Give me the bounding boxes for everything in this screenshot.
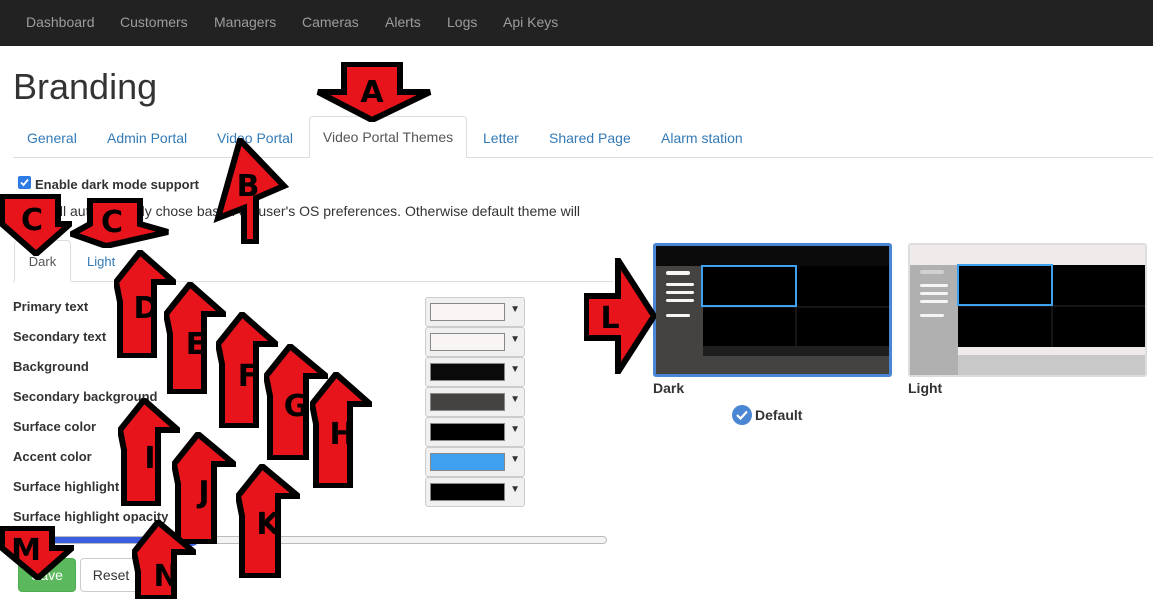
page-title: Branding [13, 66, 158, 107]
top-navbar: Dashboard Customers Managers Cameras Ale… [0, 0, 1153, 46]
caret-down-icon: ▼ [510, 454, 520, 465]
accent-color-picker[interactable]: ▼ [425, 447, 525, 477]
accent-color-label: Accent color [13, 449, 92, 464]
caret-down-icon: ▼ [510, 484, 520, 495]
callout-e-letter: E [186, 327, 207, 362]
tab-admin-portal[interactable]: Admin Portal [107, 130, 187, 146]
caret-down-icon: ▼ [510, 364, 520, 375]
nav-dashboard[interactable]: Dashboard [26, 14, 95, 30]
callout-i: I [118, 398, 180, 506]
callout-j-letter: J [196, 475, 209, 510]
surface-highlight-color-picker[interactable]: ▼ [425, 477, 525, 507]
surface-highlight-label: Surface highlight [13, 479, 120, 494]
callout-l-letter: L [600, 301, 619, 336]
callout-a: A [316, 62, 432, 122]
light-theme-preview[interactable] [908, 243, 1147, 377]
callout-n: N [132, 520, 196, 599]
callout-k-letter: K [256, 507, 281, 542]
nav-customers[interactable]: Customers [120, 14, 188, 30]
tab-alarm-station[interactable]: Alarm station [661, 130, 743, 146]
callout-b-letter: B [237, 169, 260, 204]
default-label: Default [755, 407, 803, 423]
tab-video-portal-themes[interactable]: Video Portal Themes [309, 116, 467, 158]
dark-mode-label: Enable dark mode support [35, 177, 199, 192]
callout-l: L [584, 258, 656, 374]
callout-h: H [310, 372, 372, 488]
color-swatch [430, 393, 505, 411]
callout-i-letter: I [144, 441, 155, 476]
light-preview-label: Light [908, 380, 943, 396]
caret-down-icon: ▼ [510, 334, 520, 345]
color-swatch [430, 363, 505, 381]
callout-d-letter: D [134, 291, 159, 326]
color-swatch [430, 303, 505, 321]
light-preview-thumbnail [910, 245, 1145, 375]
dark-preview-thumbnail [656, 246, 889, 356]
callout-f-letter: F [238, 359, 259, 394]
callout-c1-letter: C [21, 203, 43, 238]
callout-b: B [213, 138, 290, 244]
background-label: Background [13, 359, 89, 374]
tab-shared-page[interactable]: Shared Page [549, 130, 631, 146]
surface-color-label: Surface color [13, 419, 97, 434]
nav-api-keys[interactable]: Api Keys [503, 14, 558, 30]
dark-preview-label: Dark [653, 380, 685, 396]
callout-n-letter: N [153, 559, 178, 594]
primary-text-label: Primary text [13, 299, 89, 314]
theme-tabs-divider [13, 281, 613, 282]
nav-managers[interactable]: Managers [214, 14, 276, 30]
callout-k: K [236, 464, 300, 578]
check-icon [20, 178, 29, 187]
dark-theme-preview[interactable] [653, 243, 892, 377]
callout-a-letter: A [360, 75, 384, 110]
nav-logs[interactable]: Logs [447, 14, 477, 30]
color-swatch [430, 483, 505, 501]
surface-color-picker[interactable]: ▼ [425, 417, 525, 447]
nav-cameras[interactable]: Cameras [302, 14, 359, 30]
tab-letter[interactable]: Letter [483, 130, 519, 146]
tab-general[interactable]: General [27, 130, 77, 146]
secondary-text-color-picker[interactable]: ▼ [425, 327, 525, 357]
tabs-divider [13, 157, 1153, 158]
caret-down-icon: ▼ [510, 304, 520, 315]
check-circle-icon [732, 405, 752, 425]
tab-light-theme[interactable]: Light [87, 254, 115, 269]
callout-m: M [0, 526, 74, 580]
callout-c2-letter: C [101, 205, 123, 240]
callout-g-letter: G [284, 389, 309, 424]
secondary-text-label: Secondary text [13, 329, 107, 344]
primary-text-color-picker[interactable]: ▼ [425, 297, 525, 327]
caret-down-icon: ▼ [510, 394, 520, 405]
secondary-background-color-picker[interactable]: ▼ [425, 387, 525, 417]
background-color-picker[interactable]: ▼ [425, 357, 525, 387]
callout-c1: C [0, 194, 72, 256]
color-swatch [430, 453, 505, 471]
callout-h-letter: H [329, 417, 354, 452]
callout-m-letter: M [11, 533, 41, 568]
color-swatch [430, 333, 505, 351]
nav-alerts[interactable]: Alerts [385, 14, 421, 30]
dark-mode-checkbox[interactable] [18, 176, 31, 189]
caret-down-icon: ▼ [510, 424, 520, 435]
callout-c2: C [70, 198, 169, 248]
color-swatch [430, 423, 505, 441]
